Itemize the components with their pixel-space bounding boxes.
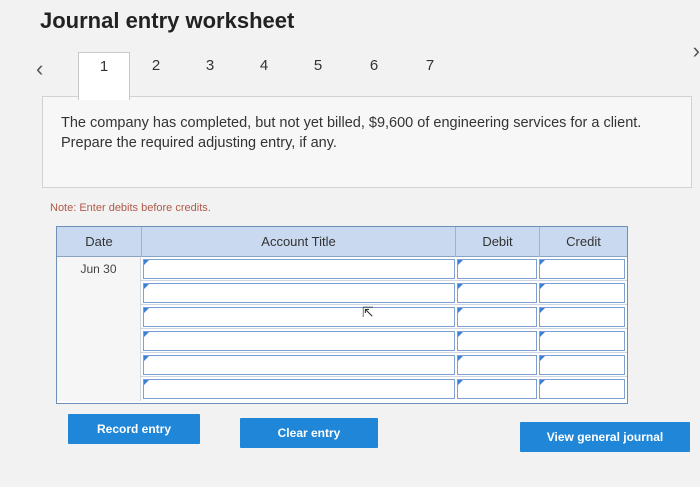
account-title-input[interactable]	[143, 259, 455, 279]
table-row	[57, 281, 627, 305]
debit-input[interactable]	[457, 307, 537, 327]
debit-input[interactable]	[457, 283, 537, 303]
account-title-input[interactable]	[143, 331, 455, 351]
debit-input[interactable]	[457, 355, 537, 375]
account-title-input[interactable]	[143, 379, 455, 399]
table-row	[57, 329, 627, 353]
page-title: Journal entry worksheet	[40, 8, 295, 33]
account-title-header: Account Title	[141, 227, 455, 257]
mouse-cursor-icon: ⇱	[362, 304, 374, 320]
debit-header: Debit	[455, 227, 539, 257]
table-row	[57, 377, 627, 401]
credit-input[interactable]	[539, 283, 625, 303]
clear-entry-button[interactable]: Clear entry	[240, 418, 378, 448]
date-cell: Jun 30	[57, 257, 141, 281]
debit-input[interactable]	[457, 259, 537, 279]
table-row	[57, 353, 627, 377]
credit-input[interactable]	[539, 307, 625, 327]
account-title-input[interactable]	[143, 307, 455, 327]
record-entry-button[interactable]: Record entry	[68, 414, 200, 444]
question-text: The company has completed, but not yet b…	[61, 115, 642, 151]
table-row: Jun 30	[57, 257, 627, 281]
tab-bar: 1 2 3 4 5 6 7	[70, 52, 470, 100]
date-header: Date	[85, 234, 113, 249]
credit-input[interactable]	[539, 259, 625, 279]
table-row	[57, 305, 627, 329]
credit-input[interactable]	[539, 331, 625, 351]
view-general-journal-button[interactable]: View general journal	[520, 422, 690, 452]
credit-header: Credit	[539, 227, 627, 257]
tab-1[interactable]: 1	[78, 52, 130, 100]
journal-table: Date Account Title Debit Credit Jun 30	[56, 226, 628, 404]
chevron-left-icon[interactable]: ‹	[36, 58, 43, 80]
credit-input[interactable]	[539, 355, 625, 375]
date-cell[interactable]	[57, 353, 141, 377]
date-cell[interactable]	[57, 377, 141, 401]
date-cell[interactable]	[57, 305, 141, 329]
tab-6[interactable]: 6	[348, 52, 400, 98]
account-title-input[interactable]	[143, 283, 455, 303]
tab-4[interactable]: 4	[238, 52, 290, 98]
date-cell[interactable]	[57, 281, 141, 305]
chevron-right-icon[interactable]: ›	[693, 40, 700, 62]
table-header: Date Account Title Debit Credit	[57, 227, 627, 257]
note-text: Note: Enter debits before credits.	[50, 202, 211, 214]
debit-input[interactable]	[457, 331, 537, 351]
tab-5[interactable]: 5	[292, 52, 344, 98]
date-cell[interactable]	[57, 329, 141, 353]
tab-3[interactable]: 3	[184, 52, 236, 98]
question-panel: The company has completed, but not yet b…	[42, 96, 692, 188]
tab-2[interactable]: 2	[130, 52, 182, 98]
account-title-input[interactable]	[143, 355, 455, 375]
debit-input[interactable]	[457, 379, 537, 399]
credit-input[interactable]	[539, 379, 625, 399]
tab-7[interactable]: 7	[404, 52, 456, 98]
